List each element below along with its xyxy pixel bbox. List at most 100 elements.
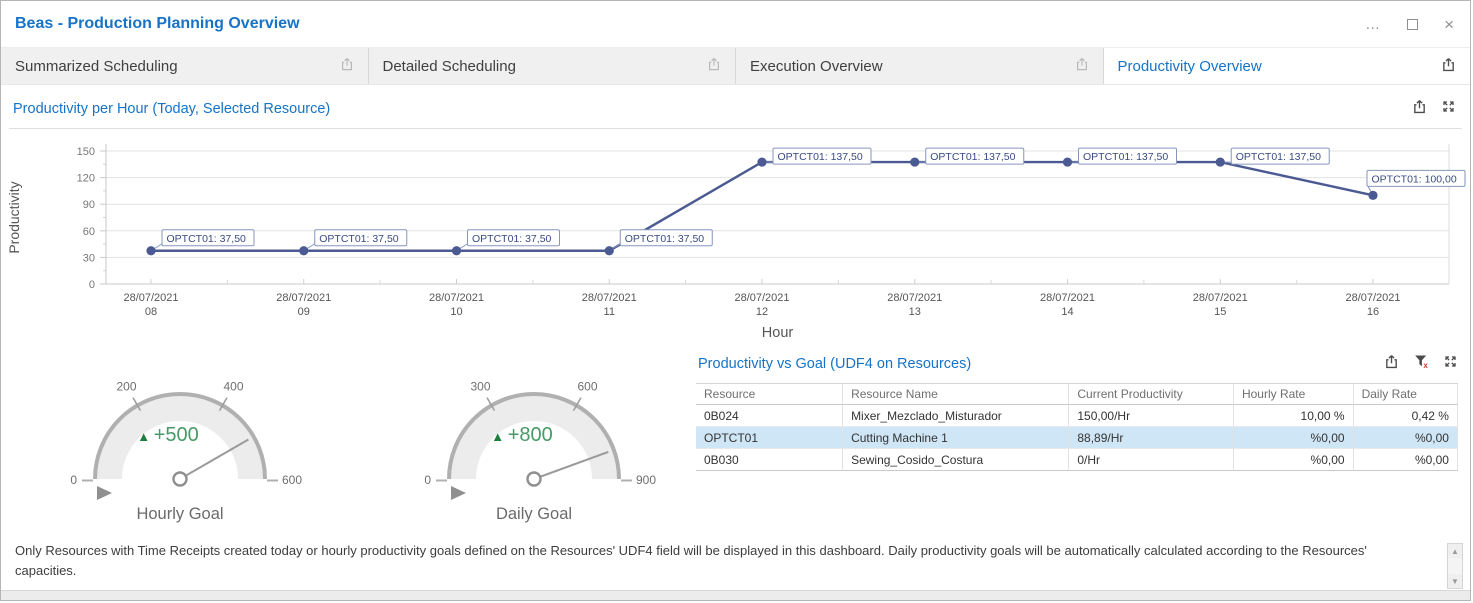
svg-text:OPTCT01: 37,50: OPTCT01: 37,50: [319, 233, 399, 245]
svg-text:30: 30: [83, 252, 95, 264]
svg-text:0: 0: [89, 279, 95, 291]
svg-text:28/07/2021: 28/07/2021: [123, 292, 178, 304]
expand-icon[interactable]: [1443, 354, 1458, 374]
svg-text:OPTCT01: 137,50: OPTCT01: 137,50: [778, 151, 863, 163]
export-icon[interactable]: [1411, 98, 1428, 120]
data-point-label: OPTCT01: 137,50: [926, 148, 1024, 164]
column-header[interactable]: Resource Name: [843, 384, 1069, 405]
scroll-up-icon[interactable]: ▲: [1448, 544, 1462, 558]
tab-label: Productivity Overview: [1118, 58, 1262, 75]
svg-text:200: 200: [116, 379, 136, 393]
table-cell: 88,89/Hr: [1069, 427, 1234, 449]
data-point[interactable]: [452, 246, 461, 255]
export-icon[interactable]: [1383, 353, 1400, 375]
data-point-label: OPTCT01: 37,50: [468, 230, 560, 246]
data-point-label: OPTCT01: 137,50: [1231, 148, 1329, 164]
svg-text:150: 150: [77, 146, 95, 158]
svg-text:OPTCT01: 137,50: OPTCT01: 137,50: [930, 151, 1015, 163]
table-cell: 150,00/Hr: [1069, 405, 1234, 427]
maximize-icon[interactable]: [1407, 19, 1418, 30]
svg-text:0: 0: [70, 473, 77, 487]
svg-text:OPTCT01: 37,50: OPTCT01: 37,50: [167, 233, 247, 245]
data-point[interactable]: [299, 246, 308, 255]
scroll-down-icon[interactable]: ▼: [1448, 574, 1462, 588]
tab-summarized-scheduling[interactable]: Summarized Scheduling: [1, 48, 369, 84]
data-point[interactable]: [757, 157, 766, 166]
data-point[interactable]: [1216, 157, 1225, 166]
resource-table: ResourceResource NameCurrent Productivit…: [696, 383, 1458, 471]
data-point[interactable]: [1368, 191, 1377, 200]
hourly-goal-gauge: 0200400600▲ +500Hourly Goal: [25, 357, 335, 525]
data-point-label: OPTCT01: 100,00: [1367, 170, 1465, 186]
data-point-label: OPTCT01: 137,50: [773, 148, 871, 164]
svg-text:OPTCT01: 37,50: OPTCT01: 37,50: [472, 233, 552, 245]
data-point-label: OPTCT01: 37,50: [620, 230, 712, 246]
data-point-label: OPTCT01: 37,50: [162, 230, 254, 246]
svg-text:28/07/2021: 28/07/2021: [1345, 292, 1400, 304]
data-point[interactable]: [146, 246, 155, 255]
svg-text:Hour: Hour: [762, 325, 794, 341]
productivity-line-chart[interactable]: 030609012015028/07/20210828/07/20210928/…: [1, 131, 1471, 343]
panel-divider: [9, 128, 1462, 129]
tab-bar: Summarized Scheduling Detailed Schedulin…: [1, 47, 1470, 85]
clear-filter-icon[interactable]: x: [1413, 353, 1430, 375]
svg-text:14: 14: [1061, 306, 1073, 318]
column-header[interactable]: Current Productivity: [1069, 384, 1234, 405]
window-more-button[interactable]: …: [1365, 16, 1381, 33]
status-bar: [1, 590, 1470, 600]
table-cell: 0B030: [696, 449, 843, 471]
svg-text:OPTCT01: 100,00: OPTCT01: 100,00: [1372, 173, 1457, 185]
svg-text:28/07/2021: 28/07/2021: [1193, 292, 1248, 304]
data-point[interactable]: [1063, 157, 1072, 166]
svg-text:08: 08: [145, 306, 157, 318]
column-header[interactable]: Resource: [696, 384, 843, 405]
chart-panel-title: Productivity per Hour (Today, Selected R…: [13, 101, 330, 117]
svg-text:28/07/2021: 28/07/2021: [734, 292, 789, 304]
data-point-label: OPTCT01: 137,50: [1079, 148, 1177, 164]
expand-icon[interactable]: [1441, 99, 1456, 119]
svg-text:Productivity: Productivity: [6, 181, 22, 253]
svg-text:600: 600: [577, 379, 597, 393]
data-point[interactable]: [910, 157, 919, 166]
export-icon[interactable]: [706, 56, 722, 76]
svg-text:300: 300: [470, 379, 490, 393]
export-icon[interactable]: [339, 56, 355, 76]
table-cell: %0,00: [1234, 427, 1354, 449]
table-cell: %0,00: [1354, 449, 1458, 471]
column-header[interactable]: Hourly Rate: [1234, 384, 1354, 405]
table-row[interactable]: OPTCT01Cutting Machine 188,89/Hr%0,00%0,…: [696, 427, 1458, 449]
svg-text:90: 90: [83, 199, 95, 211]
title-bar: Beas - Production Planning Overview … ×: [1, 1, 1470, 47]
data-point-label: OPTCT01: 37,50: [315, 230, 407, 246]
svg-text:28/07/2021: 28/07/2021: [887, 292, 942, 304]
table-panel-title: Productivity vs Goal (UDF4 on Resources): [698, 356, 971, 372]
table-cell: Cutting Machine 1: [843, 427, 1069, 449]
column-header[interactable]: Daily Rate: [1354, 384, 1458, 405]
chart-panel-header: Productivity per Hour (Today, Selected R…: [1, 85, 1470, 128]
svg-text:60: 60: [83, 226, 95, 238]
svg-text:11: 11: [604, 306, 615, 318]
table-cell: %0,00: [1234, 449, 1354, 471]
app-window: Beas - Production Planning Overview … × …: [0, 0, 1471, 601]
table-cell: %0,00: [1354, 427, 1458, 449]
table-cell: Sewing_Cosido_Costura: [843, 449, 1069, 471]
table-cell: 0,42 %: [1354, 405, 1458, 427]
export-icon[interactable]: [1440, 56, 1457, 77]
export-icon[interactable]: [1074, 56, 1090, 76]
svg-text:400: 400: [223, 379, 243, 393]
close-icon[interactable]: ×: [1444, 16, 1454, 33]
svg-text:120: 120: [77, 173, 95, 185]
table-cell: OPTCT01: [696, 427, 843, 449]
tab-execution-overview[interactable]: Execution Overview: [736, 48, 1104, 84]
table-cell: Mixer_Mezclado_Misturador: [843, 405, 1069, 427]
note-scrollbar[interactable]: ▲ ▼: [1447, 543, 1463, 589]
tab-label: Summarized Scheduling: [15, 58, 178, 75]
svg-text:x: x: [1423, 361, 1428, 370]
svg-text:12: 12: [756, 306, 768, 318]
table-row[interactable]: 0B030Sewing_Cosido_Costura0/Hr%0,00%0,00: [696, 449, 1458, 471]
svg-text:OPTCT01: 137,50: OPTCT01: 137,50: [1236, 151, 1321, 163]
data-point[interactable]: [605, 246, 614, 255]
tab-detailed-scheduling[interactable]: Detailed Scheduling: [369, 48, 737, 84]
tab-productivity-overview[interactable]: Productivity Overview: [1104, 48, 1471, 84]
table-row[interactable]: 0B024Mixer_Mezclado_Misturador150,00/Hr1…: [696, 405, 1458, 427]
